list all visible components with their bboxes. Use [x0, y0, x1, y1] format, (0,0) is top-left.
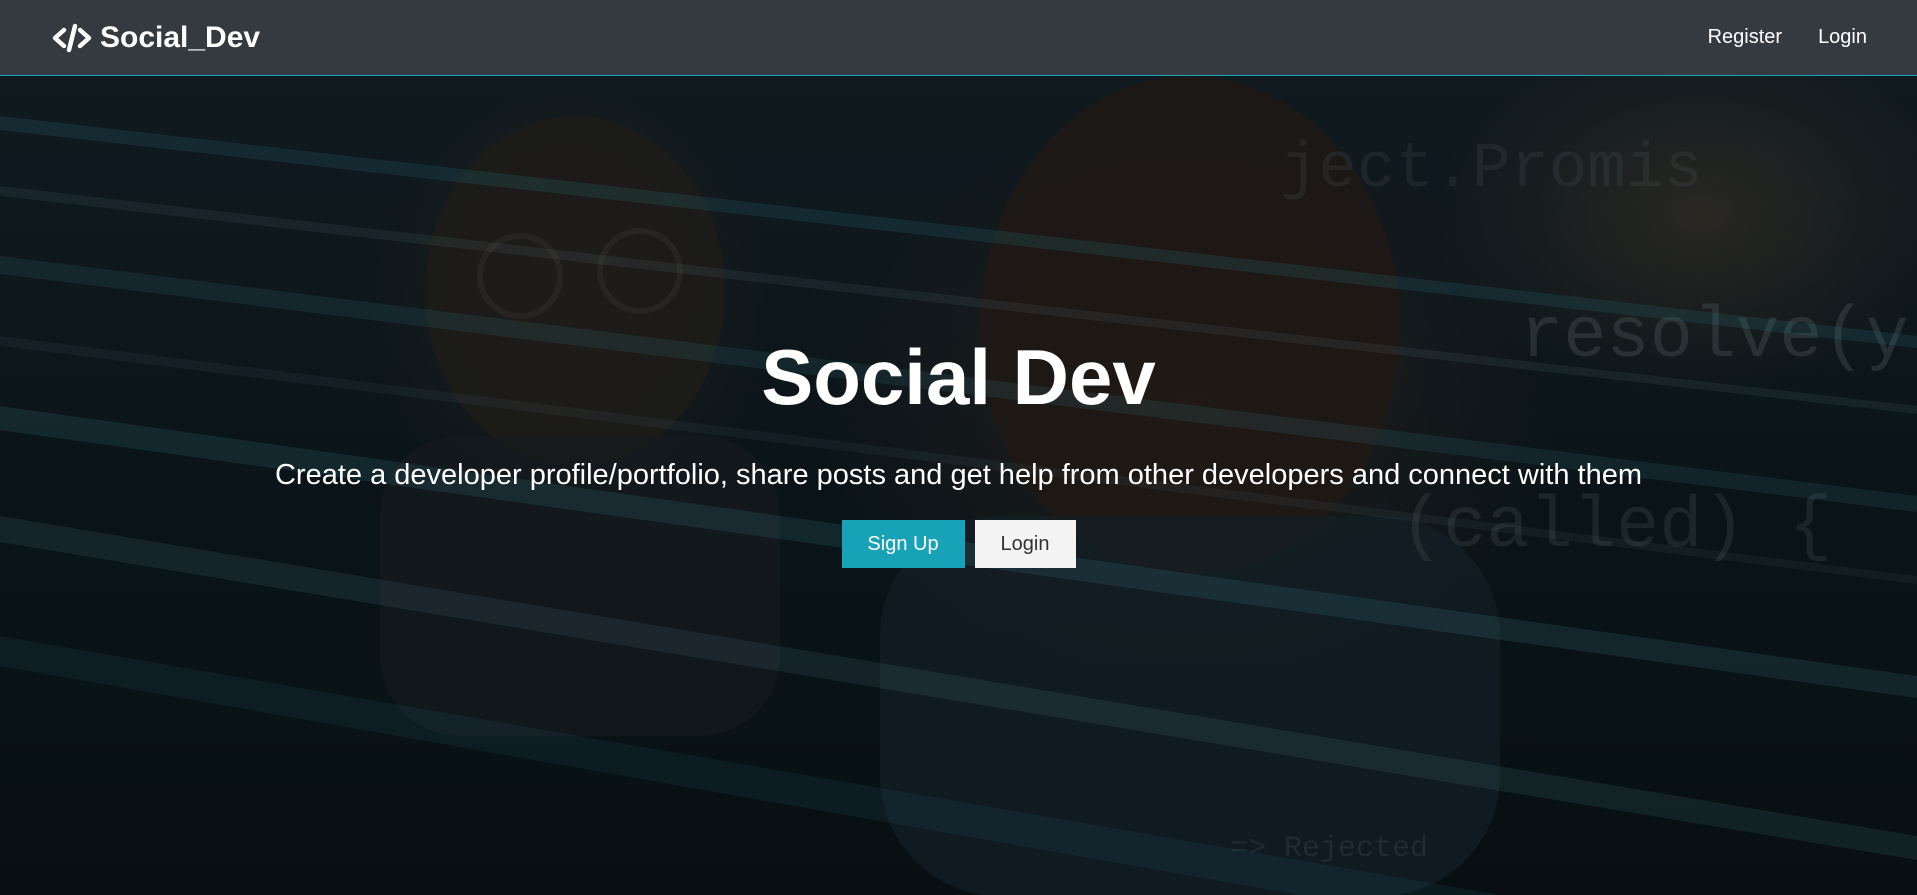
- signup-button[interactable]: Sign Up: [841, 520, 965, 568]
- hero-buttons: Sign Up Login: [0, 520, 1917, 568]
- login-button[interactable]: Login: [974, 520, 1076, 568]
- nav-login-link[interactable]: Login: [1818, 26, 1867, 49]
- code-icon: [52, 23, 92, 53]
- navbar: Social_Dev Register Login: [0, 0, 1917, 76]
- hero-lead: Create a developer profile/portfolio, sh…: [274, 459, 1643, 491]
- hero-content: Social Dev Create a developer profile/po…: [0, 76, 1917, 895]
- brand-link[interactable]: Social_Dev: [52, 21, 260, 55]
- landing-hero: resolve(y (called) { ject.Promis => Reje…: [0, 76, 1917, 895]
- nav-register-link[interactable]: Register: [1708, 26, 1782, 49]
- brand-name: Social_Dev: [100, 20, 261, 54]
- hero-title: Social Dev: [761, 333, 1156, 421]
- nav-links: Register Login: [1672, 26, 1867, 49]
